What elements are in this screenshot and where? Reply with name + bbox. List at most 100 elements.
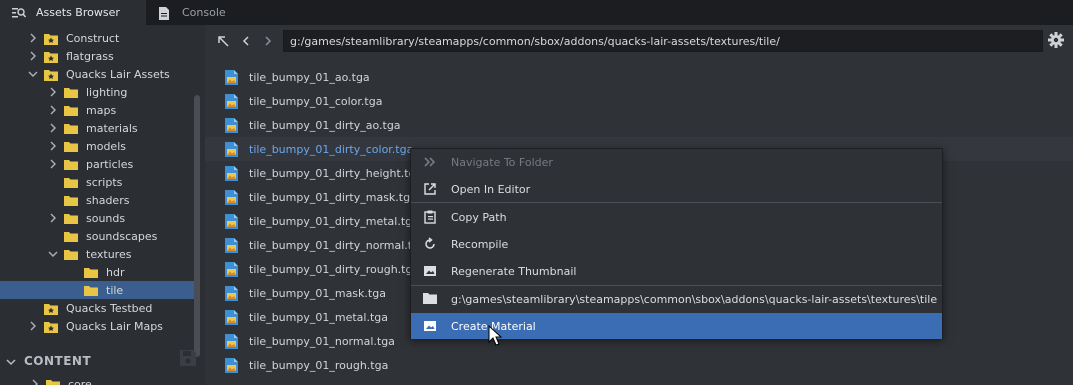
up-left-arrow-icon — [218, 36, 229, 47]
tree-row[interactable]: flatgrass — [0, 47, 195, 65]
context-menu-item[interactable]: Regenerate Thumbnail — [411, 258, 942, 284]
folder-icon — [64, 177, 78, 188]
folder-icon — [84, 285, 98, 296]
folder-icon — [64, 141, 78, 152]
tree-row[interactable]: Quacks Testbed — [0, 299, 195, 317]
context-menu-item[interactable]: Open In Editor — [411, 176, 942, 202]
image-file-icon — [225, 165, 238, 181]
tree-row[interactable]: particles — [0, 155, 195, 173]
mouse-cursor-icon — [488, 324, 504, 347]
image-file-icon — [225, 93, 238, 109]
folder-icon — [84, 267, 98, 278]
folder-icon — [64, 105, 78, 116]
chevron-right-icon[interactable] — [48, 159, 58, 169]
chevron-right-icon[interactable] — [48, 123, 58, 133]
chevron-left-icon — [242, 36, 249, 46]
context-menu-item: Navigate To Folder — [411, 149, 942, 175]
tree-row[interactable]: shaders — [0, 191, 195, 209]
package-folder-icon — [44, 303, 58, 315]
chevron-right-icon[interactable] — [48, 105, 58, 115]
chevron-right-icon[interactable] — [28, 33, 38, 43]
tree-row[interactable]: Quacks Lair Assets — [0, 65, 195, 83]
folder-icon — [64, 213, 78, 224]
tree-label: particles — [86, 157, 134, 171]
tree-row[interactable]: lighting — [0, 83, 195, 101]
file-row[interactable]: tile_bumpy_01_color.tga — [205, 89, 1073, 113]
path-input[interactable]: g:/games/steamlibrary/steamapps/common/s… — [283, 30, 1043, 52]
tree-label: soundscapes — [86, 229, 158, 243]
image-file-icon — [225, 117, 238, 133]
file-name: tile_bumpy_01_dirty_normal.tga — [249, 238, 426, 252]
file-name: tile_bumpy_01_dirty_ao.tga — [249, 118, 401, 132]
chevron-down-icon[interactable] — [48, 249, 58, 259]
image-icon — [423, 319, 437, 333]
tree-row[interactable]: tile — [0, 281, 195, 299]
image-file-icon — [225, 213, 238, 229]
tree-label: Quacks Lair Assets — [66, 67, 170, 81]
image-file-icon — [225, 333, 238, 349]
file-row[interactable]: tile_bumpy_01_ao.tga — [205, 65, 1073, 89]
forward-button[interactable] — [257, 30, 279, 52]
package-folder-icon — [44, 321, 58, 333]
folder-icon — [64, 159, 78, 170]
gear-icon[interactable] — [1047, 31, 1065, 49]
tree-label: hdr — [106, 265, 125, 279]
image-file-icon — [225, 237, 238, 253]
back-button[interactable] — [235, 30, 257, 52]
tree-row[interactable]: Quacks Lair Maps — [0, 317, 195, 335]
tree-label: Construct — [66, 31, 120, 45]
chevron-right-icon[interactable] — [28, 51, 38, 61]
tree-row[interactable]: models — [0, 137, 195, 155]
save-icon[interactable] — [178, 348, 198, 368]
file-name: tile_bumpy_01_ao.tga — [249, 70, 370, 84]
tree-row[interactable]: hdr — [0, 263, 195, 281]
context-menu-item[interactable]: Recompile — [411, 231, 942, 257]
asset-browser-icon — [12, 7, 27, 19]
tree-label: scripts — [86, 175, 123, 189]
chevron-right-icon[interactable] — [28, 321, 38, 331]
context-menu-label: Navigate To Folder — [451, 155, 553, 169]
image-file-icon — [225, 69, 238, 85]
folder-icon — [64, 249, 78, 260]
file-row[interactable]: tile_bumpy_01_dirty_ao.tga — [205, 113, 1073, 137]
content-section-header[interactable]: CONTENT — [0, 350, 205, 372]
tree-row[interactable]: materials — [0, 119, 195, 137]
tree-row-core[interactable]: core — [0, 375, 195, 385]
clipboard-icon — [423, 210, 437, 224]
tree-row[interactable]: scripts — [0, 173, 195, 191]
context-menu-label: Open In Editor — [451, 182, 531, 196]
tree-row[interactable]: maps — [0, 101, 195, 119]
tree-row[interactable]: Construct — [0, 29, 195, 47]
chevron-right-icon[interactable] — [48, 87, 58, 97]
chevron-right-icon[interactable] — [48, 141, 58, 151]
tree-label: core — [68, 377, 92, 385]
folder-icon — [64, 87, 78, 98]
chevron-right-icon[interactable] — [48, 213, 58, 223]
tree-scrollbar[interactable] — [194, 95, 200, 357]
tab-bar: Assets Browser Console — [0, 0, 1073, 25]
tree-row[interactable]: soundscapes — [0, 227, 195, 245]
open-external-icon — [423, 182, 437, 196]
up-arrow-button[interactable] — [212, 30, 234, 52]
tab-console[interactable]: Console — [146, 0, 266, 25]
package-folder-icon — [44, 51, 58, 63]
tree-label: models — [86, 139, 126, 153]
tree-label: Quacks Lair Maps — [66, 319, 163, 333]
file-name: tile_bumpy_01_color.tga — [249, 94, 383, 108]
file-row[interactable]: tile_bumpy_01_rough.tga — [205, 353, 1073, 377]
tab-assets-browser[interactable]: Assets Browser — [0, 0, 146, 25]
folder-icon — [64, 231, 78, 242]
tree-row[interactable]: textures — [0, 245, 195, 263]
tree-row[interactable]: sounds — [0, 209, 195, 227]
context-menu-item[interactable]: g:\games\steamlibrary\steamapps\common\s… — [411, 286, 942, 312]
image-icon — [423, 264, 437, 278]
folder-icon — [423, 292, 437, 306]
tree-label: textures — [86, 247, 132, 261]
chevron-down-icon[interactable] — [28, 69, 38, 79]
context-menu-item[interactable]: Copy Path — [411, 204, 942, 230]
folder-icon — [46, 379, 60, 385]
context-menu-label: Recompile — [451, 237, 509, 251]
